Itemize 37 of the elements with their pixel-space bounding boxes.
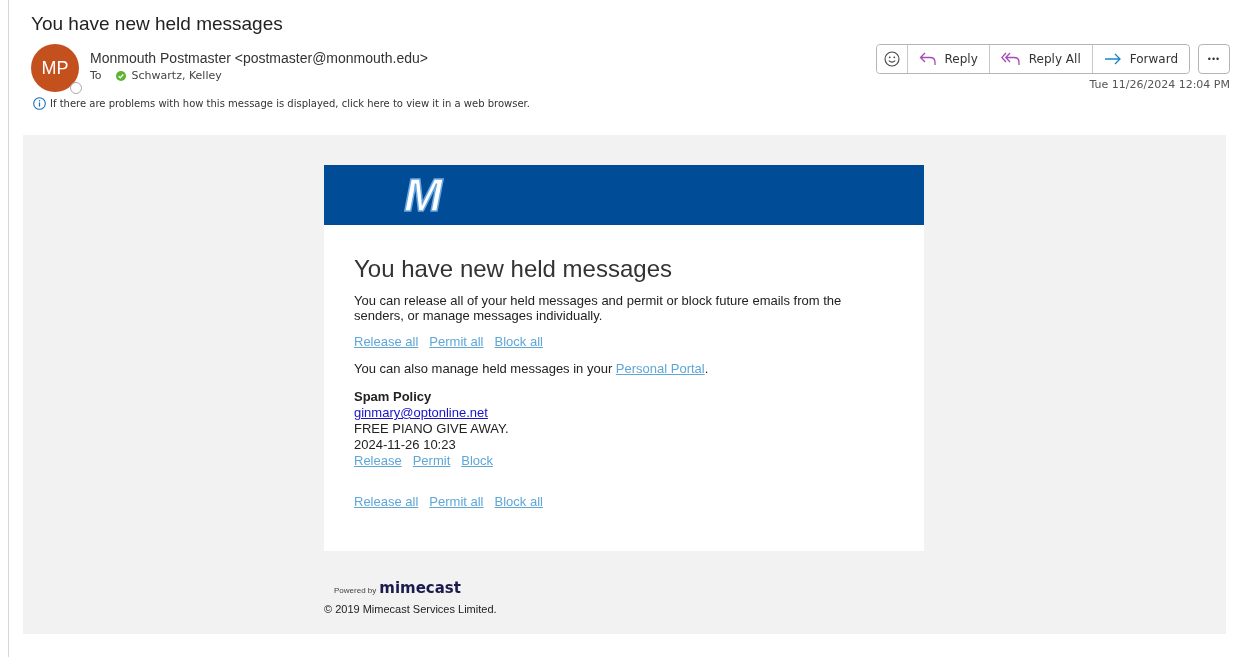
- powered-by-label: Powered by: [334, 586, 377, 595]
- presence-icon: [70, 82, 82, 94]
- action-link[interactable]: Block all: [494, 494, 543, 509]
- info-icon: [33, 97, 46, 110]
- email-heading: You have new held messages: [354, 255, 673, 283]
- held-message-time: 2024-11-26 10:23: [354, 437, 457, 453]
- check-circle-icon: [115, 70, 126, 81]
- action-link[interactable]: Permit: [412, 453, 451, 469]
- smiley-icon: [883, 51, 900, 67]
- info-message[interactable]: If there are problems with how this message is displayed, click here to view it in a web browser.: [50, 98, 530, 109]
- action-link[interactable]: Permit all: [429, 494, 484, 509]
- reply-icon: [918, 52, 937, 66]
- action-link[interactable]: Permit all: [429, 334, 484, 349]
- forward-arrow-icon: [1103, 53, 1122, 65]
- intro-text: You can release all of your held messages and permit or block future emails from the senders, or manage messages individually.: [354, 293, 843, 323]
- university-logo: M: [404, 172, 441, 218]
- sender-avatar: MP: [31, 44, 79, 92]
- to-label: To: [90, 69, 102, 82]
- forward-button[interactable]: Forward: [1091, 45, 1189, 73]
- action-link[interactable]: Release all: [354, 494, 419, 509]
- action-link[interactable]: Release all: [354, 334, 419, 349]
- portal-link[interactable]: Personal Portal: [615, 361, 705, 376]
- message-date: Tue 11/26/2024 12:04 PM: [1089, 78, 1230, 91]
- action-link[interactable]: Block all: [494, 334, 543, 349]
- sender-email-link[interactable]: ginmary@optonline.net: [354, 405, 894, 421]
- brand-logo: mimecast: [379, 579, 461, 597]
- more-button[interactable]: •••: [1198, 44, 1230, 74]
- sender-name: Monmouth Postmaster <postmaster@monmouth.edu>: [90, 50, 428, 66]
- action-link[interactable]: Block: [461, 453, 494, 469]
- held-message-subject: FREE PIANO GIVE AWAY.: [354, 421, 510, 437]
- action-link[interactable]: Release: [354, 453, 402, 469]
- copyright-text: © 2019 Mimecast Services Limited.: [324, 603, 498, 615]
- portal-text: You can also manage held messages in your Personal Portal.: [354, 361, 710, 376]
- reply-all-icon: [1000, 52, 1021, 66]
- policy-name: Spam Policy: [354, 389, 433, 405]
- message-subject: You have new held messages: [31, 13, 284, 35]
- recipient-name: Schwartz, Kelley: [131, 69, 222, 82]
